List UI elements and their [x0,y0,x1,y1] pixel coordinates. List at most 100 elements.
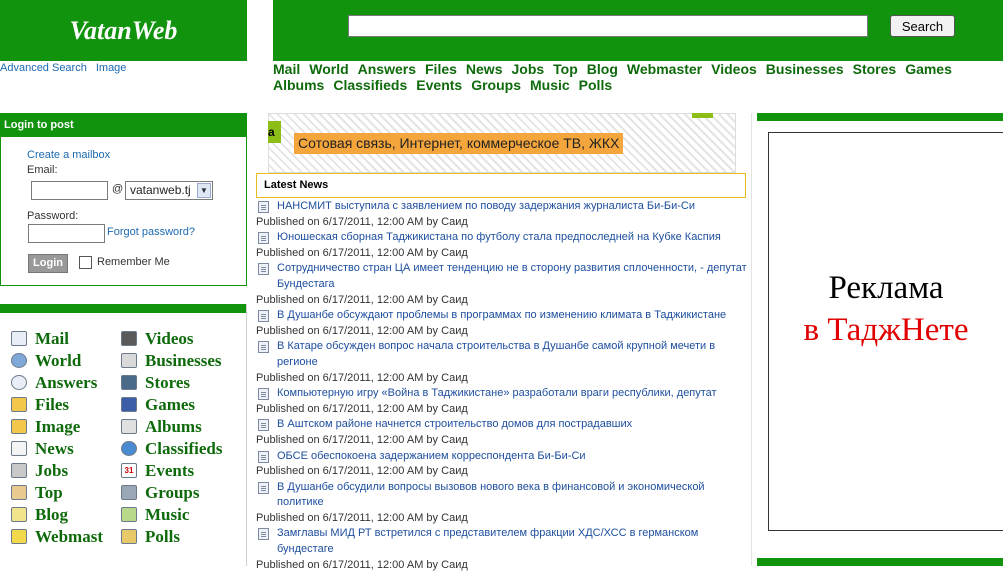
article-icon [258,310,269,323]
list-item: В Душанбе обсудили вопросы вызовов новог… [256,480,751,527]
topnav-groups[interactable]: Groups [471,77,521,93]
news-title-link[interactable]: В Душанбе обсуждают проблемы в программа… [256,308,751,324]
banner-tab: a [268,121,281,143]
image-icon [11,419,27,434]
password-label: Password: [27,210,79,222]
list-item: В Аштском районе начнется строительство … [256,417,751,448]
article-icon [258,232,269,245]
news-title-link[interactable]: ОБСЕ обеспокоена задержанием корреспонде… [256,449,751,465]
news-meta: Published on 6/17/2011, 12:00 AM by Саид [256,371,468,384]
topnav-jobs[interactable]: Jobs [511,61,544,77]
groups-icon [121,485,137,500]
advanced-search-link[interactable]: Advanced Search [0,62,87,74]
topnav-world[interactable]: World [309,61,348,77]
film-icon [121,331,137,346]
topnav-polls[interactable]: Polls [579,77,612,93]
login-button[interactable]: Login [28,254,68,273]
create-mailbox-link[interactable]: Create a mailbox [27,149,110,161]
news-meta: Published on 6/17/2011, 12:00 AM by Саид [256,246,468,259]
folder-icon [11,397,27,412]
list-item: В Катаре обсужден вопрос начала строител… [256,339,751,386]
image-link[interactable]: Image [96,62,127,74]
calendar-icon: 31 [121,463,137,478]
topnav-games[interactable]: Games [905,61,952,77]
topnav-answers[interactable]: Answers [358,61,416,77]
domain-select[interactable]: vatanweb.tj ▼ [125,181,213,200]
news-title-link[interactable]: Компьютерную игру «Война в Таджикистане»… [256,386,751,402]
list-item: В Душанбе обсуждают проблемы в программа… [256,308,751,339]
email-label: Email: [27,164,58,176]
news-title-link[interactable]: В Душанбе обсудили вопросы вызовов новог… [256,480,751,511]
topnav-businesses[interactable]: Businesses [766,61,844,77]
list-item: Компьютерную игру «Война в Таджикистане»… [256,386,751,417]
news-meta: Published on 6/17/2011, 12:00 AM by Саид [256,402,468,415]
at-sign: @ [112,183,124,195]
topnav-music[interactable]: Music [530,77,570,93]
article-icon [258,450,269,463]
topnav-news[interactable]: News [466,61,503,77]
topnav-videos[interactable]: Videos [711,61,757,77]
article-icon [258,481,269,494]
album-icon [121,419,137,434]
remember-me-checkbox[interactable] [79,256,92,269]
news-title-link[interactable]: В Аштском районе начнется строительство … [256,417,751,433]
list-item: Юношеская сборная Таджикистана по футбол… [256,230,751,261]
news-meta: Published on 6/17/2011, 12:00 AM by Саид [256,433,468,446]
pen-icon [11,529,27,544]
news-title-link[interactable]: В Катаре обсужден вопрос начала строител… [256,339,751,370]
topnav-row-2: Albums Classifieds Events Groups Music Polls [273,77,621,93]
topnav-events[interactable]: Events [416,77,462,93]
news-meta: Published on 6/17/2011, 12:00 AM by Саид [256,215,468,228]
article-icon [258,341,269,354]
list-item: НАНСМИТ выступила с заявлением по поводу… [256,199,751,230]
logo[interactable]: VatanWeb [0,0,247,61]
ad-text-line-1: Реклама [828,270,944,306]
article-icon [258,263,269,276]
login-title: Login to post [0,113,247,137]
gamepad-icon [121,397,137,412]
services-divider [246,304,247,566]
password-field[interactable] [28,224,105,243]
banner-text[interactable]: Сотовая связь, Интернет, коммерческое ТВ… [294,133,624,154]
news-title-link[interactable]: НАНСМИТ выступила с заявлением по поводу… [256,199,751,215]
topnav-top[interactable]: Top [553,61,578,77]
search-button[interactable]: Search [890,15,955,37]
article-icon [258,388,269,401]
article-icon [258,201,269,213]
answers-icon [11,375,27,390]
domain-select-value: vatanweb.tj [130,183,191,197]
news-meta: Published on 6/17/2011, 12:00 AM by Саид [256,511,468,524]
building-icon [121,353,137,368]
news-title-link[interactable]: Замглавы МИД РТ встретился с представите… [256,526,751,557]
topnav-blog[interactable]: Blog [587,61,618,77]
list-item: Замглавы МИД РТ встретился с представите… [256,526,751,573]
chevron-down-icon[interactable]: ▼ [197,183,211,198]
column-divider [751,113,752,566]
cart-icon [121,375,137,390]
topnav-albums[interactable]: Albums [273,77,324,93]
music-icon [121,507,137,522]
remember-me-label: Remember Me [97,256,170,268]
topnav-stores[interactable]: Stores [853,61,897,77]
topnav-row-1: Mail World Answers Files News Jobs Top Blog Webm… [273,61,961,77]
news-list: НАНСМИТ выступила с заявлением по поводу… [256,199,751,573]
email-field[interactable] [31,181,108,200]
news-meta: Published on 6/17/2011, 12:00 AM by Саид [256,324,468,337]
article-icon [258,528,269,541]
topnav-classifieds[interactable]: Classifieds [333,77,407,93]
topnav-mail[interactable]: Mail [273,61,300,77]
latest-news-title: Latest News [256,173,746,198]
newspaper-icon [11,441,27,456]
news-meta: Published on 6/17/2011, 12:00 AM by Саид [256,558,468,571]
services-header-bar [0,304,247,313]
tools-icon [11,463,27,478]
news-meta: Published on 6/17/2011, 12:00 AM by Саид [256,465,468,478]
topnav-webmaster[interactable]: Webmaster [627,61,702,77]
forgot-password-link[interactable]: Forgot password? [107,226,195,238]
topnav-files[interactable]: Files [425,61,457,77]
list-item: ОБСЕ обеспокоена задержанием корреспонде… [256,449,751,480]
news-title-link[interactable]: Сотрудничество стран ЦА имеет тенденцию … [256,261,751,292]
search-input[interactable] [348,15,868,37]
classifieds-icon [121,441,137,456]
news-title-link[interactable]: Юношеская сборная Таджикистана по футбол… [256,230,751,246]
